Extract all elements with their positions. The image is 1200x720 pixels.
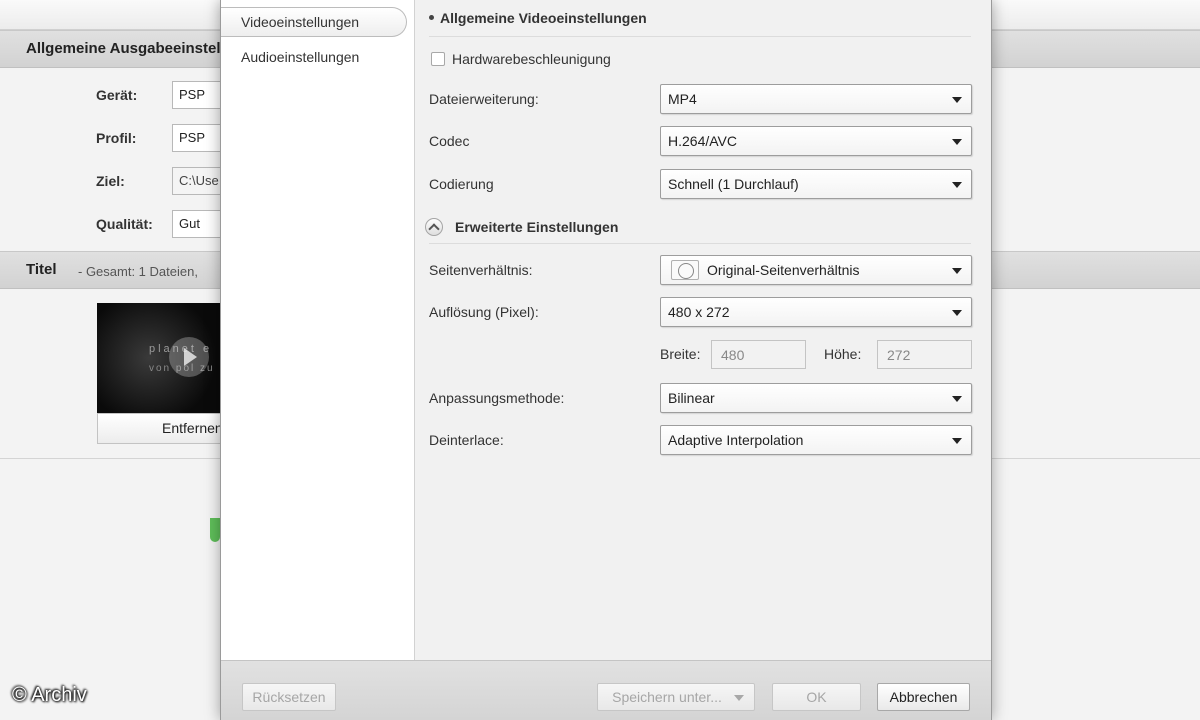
resolution-select[interactable]: 480 x 272 [660,297,972,327]
encoding-select[interactable]: Schnell (1 Durchlauf) [660,169,972,199]
settings-content: Allgemeine Videoeinstellungen Hardwarebe… [415,0,991,660]
bullet-icon [429,14,434,20]
leaf-icon [210,518,220,542]
profile-label: Profil: [96,130,137,146]
chevron-down-icon [952,310,962,316]
chevron-down-icon [734,695,744,701]
hardware-acceleration-checkbox[interactable] [431,52,445,66]
width-label: Breite: [660,346,701,362]
file-extension-select[interactable]: MP4 [660,84,972,114]
chevron-down-icon [952,268,962,274]
width-field[interactable]: 480 [711,340,806,369]
aspect-ratio-value: Original-Seitenverhältnis [707,262,860,278]
deinterlace-value: Adaptive Interpolation [668,432,804,448]
aspect-ratio-icon [671,260,699,280]
codec-label: Codec [429,133,470,149]
scaling-method-label: Anpassungsmethode: [429,390,565,406]
resolution-label: Auflösung (Pixel): [429,304,539,320]
device-label: Gerät: [96,87,138,103]
nav-item-video-settings[interactable]: Videoeinstellungen [221,7,407,37]
file-extension-value: MP4 [668,91,697,107]
section-divider [429,36,971,37]
collapse-advanced-icon[interactable] [425,218,443,236]
reset-button[interactable]: Rücksetzen [242,683,336,711]
titles-title: Titel [26,261,57,278]
archive-watermark: © Archiv [12,684,87,706]
height-label: Höhe: [824,346,862,362]
cancel-button[interactable]: Abbrechen [877,683,970,711]
nav-item-audio-settings[interactable]: Audioeinstellungen [221,43,407,73]
chevron-down-icon [952,438,962,444]
encoding-value: Schnell (1 Durchlauf) [668,176,799,192]
video-settings-dialog: Videoeinstellungen Audioeinstellungen Al… [220,0,992,720]
chevron-down-icon [952,396,962,402]
quality-label: Qualität: [96,216,153,232]
deinterlace-select[interactable]: Adaptive Interpolation [660,425,972,455]
codec-value: H.264/AVC [668,133,737,149]
file-extension-label: Dateierweiterung: [429,91,539,107]
advanced-settings-title[interactable]: Erweiterte Einstellungen [455,219,618,235]
aspect-ratio-select[interactable]: Original-Seitenverhältnis [660,255,972,285]
height-field[interactable]: 272 [877,340,972,369]
chevron-down-icon [952,139,962,145]
chevron-down-icon [952,97,962,103]
remove-button[interactable]: Entfernen [97,413,227,444]
settings-nav: Videoeinstellungen Audioeinstellungen [221,0,415,660]
section-divider [429,243,971,244]
save-as-label: Speichern unter... [612,689,722,705]
aspect-ratio-label: Seitenverhältnis: [429,262,533,278]
encoding-label: Codierung [429,176,494,192]
save-as-button[interactable]: Speichern unter... [597,683,755,711]
chevron-down-icon [952,182,962,188]
resolution-value: 480 x 272 [668,304,730,320]
general-video-settings-heading: Allgemeine Videoeinstellungen [429,10,647,26]
play-icon[interactable] [169,337,209,377]
titles-summary: - Gesamt: 1 Dateien, [78,264,198,279]
video-thumbnail[interactable]: planet e von pol zu [97,303,227,413]
deinterlace-label: Deinterlace: [429,432,504,448]
scaling-method-value: Bilinear [668,390,715,406]
target-label: Ziel: [96,173,125,189]
general-video-settings-title: Allgemeine Videoeinstellungen [440,10,647,26]
ok-button[interactable]: OK [772,683,861,711]
dialog-footer: Rücksetzen Speichern unter... OK Abbrech… [221,660,991,720]
scaling-method-select[interactable]: Bilinear [660,383,972,413]
hardware-acceleration-label[interactable]: Hardwarebeschleunigung [452,51,611,67]
codec-select[interactable]: H.264/AVC [660,126,972,156]
